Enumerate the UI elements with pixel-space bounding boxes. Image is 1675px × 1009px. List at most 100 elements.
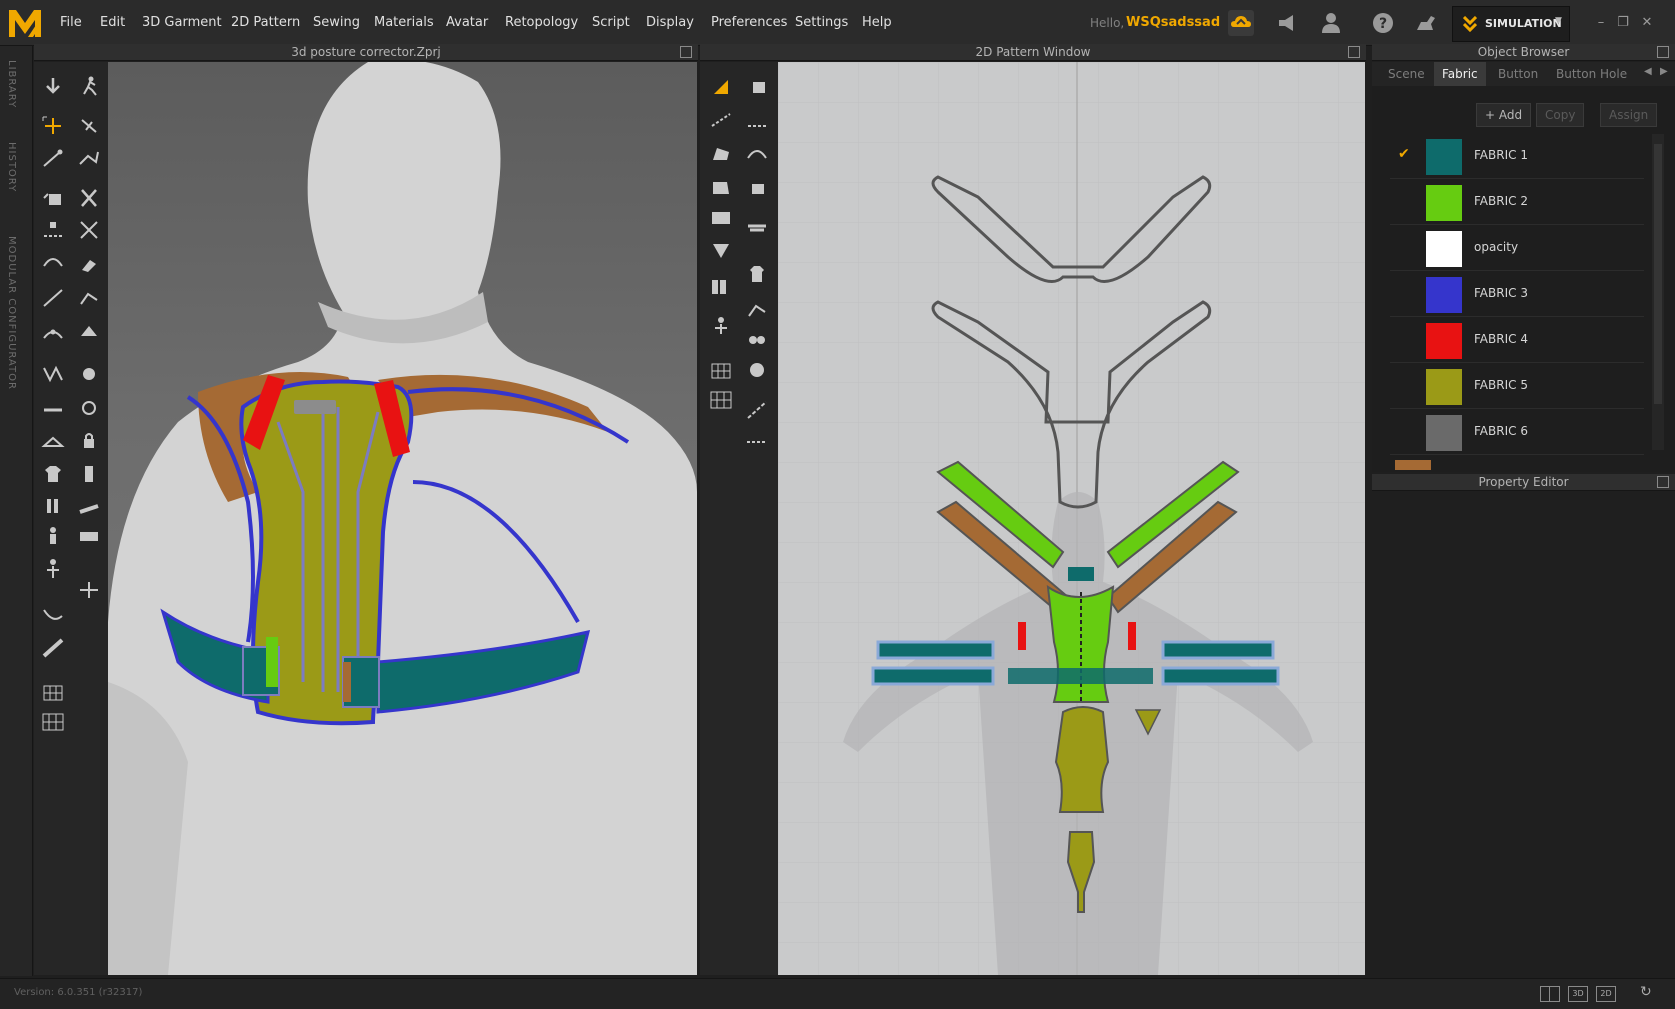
- topstitch-icon[interactable]: [744, 430, 770, 454]
- fabric-list-scrollbar[interactable]: [1652, 134, 1664, 450]
- popout-icon[interactable]: [1657, 46, 1669, 58]
- grid-2d-icon[interactable]: [708, 358, 734, 382]
- tab-button[interactable]: Button: [1490, 62, 1546, 86]
- tab-fabric[interactable]: Fabric: [1434, 62, 1486, 86]
- menu-retopology[interactable]: Retopology: [505, 15, 578, 30]
- tape-icon[interactable]: [40, 602, 66, 626]
- fold-tool-icon[interactable]: [76, 146, 102, 170]
- copy-fabric-button[interactable]: Copy: [1536, 103, 1585, 127]
- fold-arrange-icon[interactable]: [40, 146, 66, 170]
- ruler-icon[interactable]: [40, 636, 66, 660]
- viewport-2d[interactable]: [778, 62, 1365, 975]
- brush-icon[interactable]: [76, 250, 102, 274]
- menu-settings[interactable]: Settings: [795, 15, 848, 30]
- transform-icon[interactable]: [40, 114, 66, 138]
- garment-2d-icon[interactable]: [744, 262, 770, 286]
- add-fabric-button[interactable]: + Add: [1476, 103, 1532, 127]
- edit-point-2d-icon[interactable]: [708, 108, 734, 132]
- menu-avatar[interactable]: Avatar: [446, 15, 488, 30]
- n-sewing-icon[interactable]: [744, 358, 770, 382]
- help-icon[interactable]: ?: [1370, 10, 1396, 36]
- hanger-icon[interactable]: [40, 428, 66, 452]
- restore-icon[interactable]: ❐: [1614, 14, 1632, 32]
- tab-history[interactable]: HISTORY: [6, 142, 17, 192]
- user-profile-icon[interactable]: [1318, 10, 1344, 36]
- viewport-3d[interactable]: [108, 62, 697, 975]
- grid-texture-icon[interactable]: [40, 710, 66, 734]
- menu-edit[interactable]: Edit: [100, 15, 125, 30]
- refresh-icon[interactable]: ↻: [1640, 984, 1652, 1000]
- fabric-list-item[interactable]: FABRIC 2: [1390, 180, 1644, 225]
- trace-2d-icon[interactable]: [708, 274, 734, 298]
- tab-scroll-left-icon[interactable]: ◀: [1644, 66, 1652, 77]
- sew-free-icon[interactable]: [744, 298, 770, 322]
- select-move-icon[interactable]: [40, 74, 66, 98]
- tab-library[interactable]: LIBRARY: [6, 60, 17, 108]
- menu-script[interactable]: Script: [592, 15, 630, 30]
- lock-icon[interactable]: [76, 428, 102, 452]
- layout-3d-icon[interactable]: 3D: [1568, 986, 1588, 1002]
- tape-2d-icon[interactable]: [744, 398, 770, 422]
- shape-icon[interactable]: [76, 524, 102, 548]
- fabric-list-item[interactable]: FABRIC 5: [1390, 364, 1644, 409]
- menu-preferences[interactable]: Preferences: [711, 15, 787, 30]
- trim-icon[interactable]: [40, 494, 66, 518]
- polygon-icon[interactable]: [708, 142, 734, 166]
- uv-grid-icon[interactable]: [708, 388, 734, 412]
- line-tool-icon[interactable]: [40, 286, 66, 310]
- avatar-pin-icon[interactable]: [40, 524, 66, 548]
- cloud-sync-icon[interactable]: [1228, 10, 1254, 36]
- tack-icon[interactable]: [76, 320, 102, 344]
- seam-allowance-icon[interactable]: [744, 212, 770, 236]
- edit-segment-icon[interactable]: [744, 108, 770, 132]
- button-tool-icon[interactable]: [76, 362, 102, 386]
- menu-file[interactable]: File: [60, 15, 82, 30]
- menu-help[interactable]: Help: [862, 15, 892, 30]
- popout-icon[interactable]: [1657, 476, 1669, 488]
- layout-split-icon[interactable]: [1540, 986, 1560, 1002]
- edit-point-icon[interactable]: [40, 218, 66, 242]
- fabric-list-item[interactable]: FABRIC 3: [1390, 272, 1644, 317]
- layout-2d-icon[interactable]: 2D: [1596, 986, 1616, 1002]
- curve-point-icon[interactable]: [744, 142, 770, 166]
- arrangement-point-icon[interactable]: [40, 556, 66, 580]
- fabric-list-item[interactable]: FABRIC 4: [1390, 318, 1644, 363]
- garment-fit-icon[interactable]: [40, 462, 66, 486]
- close-icon[interactable]: ✕: [1638, 14, 1656, 32]
- popout-icon[interactable]: [1348, 46, 1360, 58]
- m-sewing-icon[interactable]: [744, 328, 770, 352]
- flatten-icon[interactable]: [76, 494, 102, 518]
- internal-shape-icon[interactable]: [744, 176, 770, 200]
- grid-uv-icon[interactable]: [40, 680, 66, 704]
- menu-2d-pattern[interactable]: 2D Pattern: [231, 15, 300, 30]
- menu-display[interactable]: Display: [646, 15, 694, 30]
- fabric-list-item[interactable]: ✔ FABRIC 1: [1390, 134, 1644, 179]
- pose-icon[interactable]: [708, 314, 734, 338]
- simulation-mode-dropdown[interactable]: SIMULATION ▼: [1452, 6, 1570, 42]
- sewing-3d-icon[interactable]: [40, 320, 66, 344]
- menu-materials[interactable]: Materials: [374, 15, 434, 30]
- cut-icon[interactable]: [76, 186, 102, 210]
- trace-icon[interactable]: [76, 286, 102, 310]
- align-icon[interactable]: [76, 578, 102, 602]
- popout-icon[interactable]: [680, 46, 692, 58]
- username-label[interactable]: WSQsadssad: [1126, 15, 1220, 30]
- tab-modular-configurator[interactable]: MODULAR CONFIGURATOR: [6, 236, 17, 390]
- fabric-list-item[interactable]: FABRIC 6: [1390, 410, 1644, 455]
- ellipse-icon[interactable]: [708, 206, 734, 230]
- simulation-run-icon[interactable]: [76, 74, 102, 98]
- pin-tool-icon[interactable]: [76, 114, 102, 138]
- transform-pattern-icon[interactable]: [708, 74, 734, 98]
- tab-scene[interactable]: Scene: [1380, 62, 1433, 86]
- zipper-icon[interactable]: [40, 396, 66, 420]
- measure-icon[interactable]: [76, 462, 102, 486]
- menu-3d-garment[interactable]: 3D Garment: [142, 15, 222, 30]
- tab-button-hole[interactable]: Button Hole: [1548, 62, 1635, 86]
- edit-curvature-icon[interactable]: [40, 250, 66, 274]
- assign-fabric-button[interactable]: Assign: [1600, 103, 1658, 127]
- tab-scroll-right-icon[interactable]: ▶: [1660, 66, 1668, 77]
- menu-sewing[interactable]: Sewing: [313, 15, 360, 30]
- dart-icon[interactable]: [708, 238, 734, 262]
- edit-pattern-icon[interactable]: [744, 74, 770, 98]
- minimize-icon[interactable]: –: [1592, 14, 1610, 32]
